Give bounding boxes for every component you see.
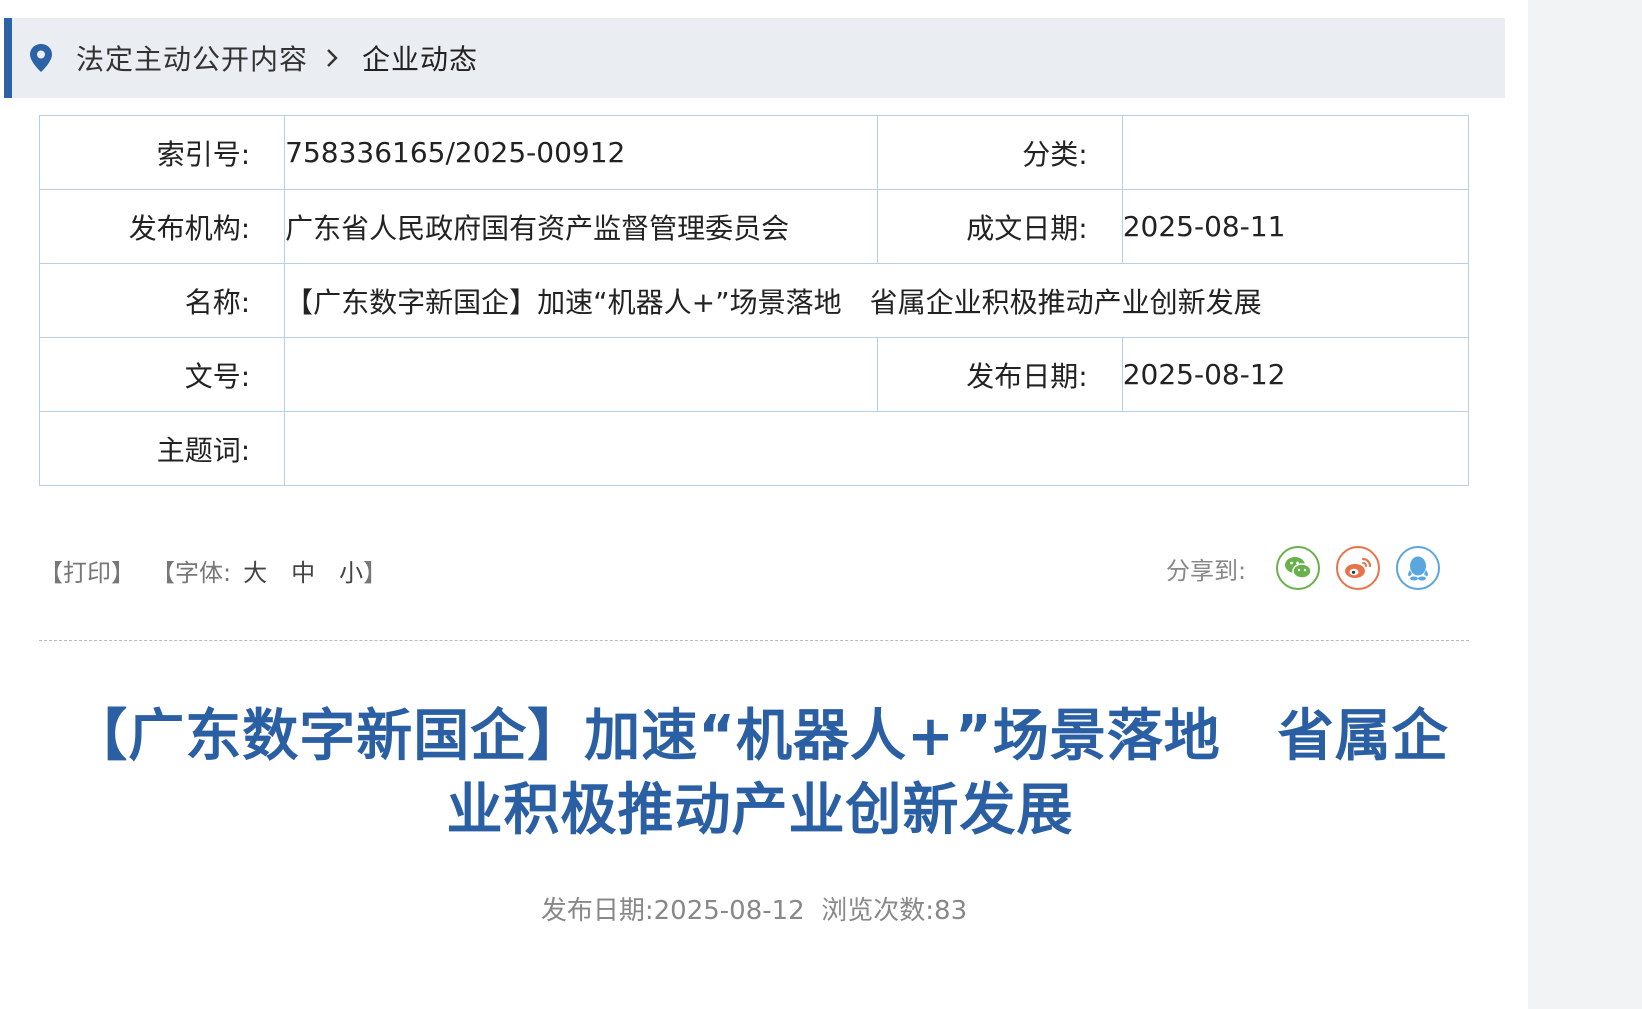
written-date-label: 成文日期: xyxy=(876,189,1123,264)
article-title: 【广东数字新国企】加速“机器人+”场景落地 省属企业积极推动产业创新发展 xyxy=(71,704,1449,843)
table-row: 名称: 【广东数字新国企】加速“机器人+”场景落地 省属企业积极推动产业创新发展 xyxy=(38,263,1469,338)
qq-icon xyxy=(1408,556,1428,581)
table-row: 发布机构: 广东省人民政府国有资产监督管理委员会 成文日期: 2025-08-1… xyxy=(38,189,1470,264)
scrollbar-track[interactable] xyxy=(1528,0,1642,1009)
doc-number-label: 文号: xyxy=(38,337,286,412)
weibo-share-button[interactable] xyxy=(1336,546,1381,590)
chevron-right-icon xyxy=(322,46,342,70)
breadcrumb: 法定主动公开内容 企业动态 xyxy=(4,18,1505,98)
article-tools: 【打印】 【字体: 大 中 小 】 xyxy=(39,548,387,592)
share-bar: 分享到: xyxy=(1166,543,1456,593)
written-date-value: 2025-08-11 xyxy=(1121,189,1470,264)
table-row: 文号: 发布日期: 2025-08-12 xyxy=(38,337,1470,412)
font-size-large-button[interactable]: 大 xyxy=(243,553,267,588)
doc-number-value xyxy=(284,337,878,412)
publisher-value: 广东省人民政府国有资产监督管理委员会 xyxy=(284,189,878,264)
keywords-value xyxy=(284,411,1469,486)
qq-share-button[interactable] xyxy=(1396,546,1441,590)
breadcrumb-link-current[interactable]: 企业动态 xyxy=(362,38,478,78)
divider xyxy=(39,640,1469,641)
publisher-label: 发布机构: xyxy=(38,189,286,264)
table-row: 索引号: 758336165/2025-00912 分类: xyxy=(38,115,1470,190)
name-value: 【广东数字新国企】加速“机器人+”场景落地 省属企业积极推动产业创新发展 xyxy=(284,263,1469,338)
share-label: 分享到: xyxy=(1166,556,1247,585)
wechat-icon xyxy=(1285,557,1312,579)
publish-date-value: 2025-08-12 xyxy=(1121,337,1470,412)
publish-date-label: 发布日期: xyxy=(876,337,1123,412)
index-value: 758336165/2025-00912 xyxy=(284,115,878,190)
keywords-label: 主题词: xyxy=(38,411,286,486)
category-value xyxy=(1121,115,1470,190)
category-label: 分类: xyxy=(876,115,1123,190)
article-meta: 发布日期:2025-08-12 浏览次数:83 xyxy=(0,890,1508,927)
breadcrumb-link-section[interactable]: 法定主动公开内容 xyxy=(76,38,308,78)
name-label: 名称: xyxy=(38,263,286,338)
index-label: 索引号: xyxy=(38,115,286,190)
weibo-icon xyxy=(1345,557,1372,578)
article-views-label: 浏览次数: xyxy=(821,896,935,926)
font-size-suffix: 】 xyxy=(363,558,388,587)
font-size-prefix: 【字体: xyxy=(151,558,232,587)
article-publish-date: 2025-08-12 xyxy=(653,896,805,926)
article-publish-label: 发布日期: xyxy=(540,896,654,926)
wechat-share-button[interactable] xyxy=(1276,546,1321,590)
font-size-small-button[interactable]: 小 xyxy=(339,553,363,588)
print-button[interactable]: 【打印】 xyxy=(39,553,135,588)
document-info-table: 索引号: 758336165/2025-00912 分类: 发布机构: 广东省人… xyxy=(38,115,1470,486)
table-row: 主题词: xyxy=(38,411,1469,486)
location-pin-icon xyxy=(28,43,54,73)
article-views-count: 83 xyxy=(934,896,968,926)
font-size-medium-button[interactable]: 中 xyxy=(291,553,315,588)
